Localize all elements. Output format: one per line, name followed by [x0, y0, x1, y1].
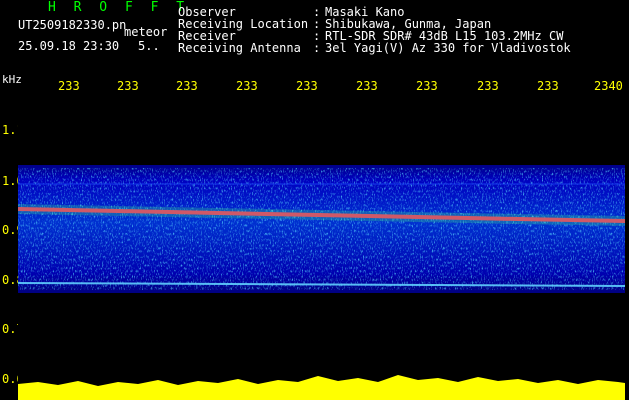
x-tick-label: 233: [296, 79, 318, 93]
header-title: H R O F F T: [48, 0, 190, 15]
mode-label: meteor: [124, 25, 168, 39]
x-tick-label: 233: [416, 79, 438, 93]
datetime: 25.09.18 23:30: [18, 39, 120, 53]
spectrogram-plot: [18, 96, 625, 400]
x-tick-label: 233: [477, 79, 499, 93]
meta-label-antenna: Receiving Antenna: [178, 41, 301, 55]
file-name: UT2509182330.pn: [18, 18, 127, 32]
x-tick-label: 233: [117, 79, 139, 93]
meta-colon: :: [313, 41, 321, 55]
x-tick-label: 233: [236, 79, 258, 93]
x-tick-label: 233: [537, 79, 559, 93]
x-tick-label: 233: [58, 79, 80, 93]
x-tick-label: 233: [356, 79, 378, 93]
meta-value-antenna: 3el Yagi(V) Az 330 for Vladivostok: [325, 41, 571, 55]
short-value: 5..: [138, 39, 160, 53]
y-unit-label: kHz: [2, 73, 22, 86]
noise-speckle: [18, 168, 625, 290]
x-tick-label: 233: [176, 79, 198, 93]
x-tick-label: 2340: [594, 79, 623, 93]
